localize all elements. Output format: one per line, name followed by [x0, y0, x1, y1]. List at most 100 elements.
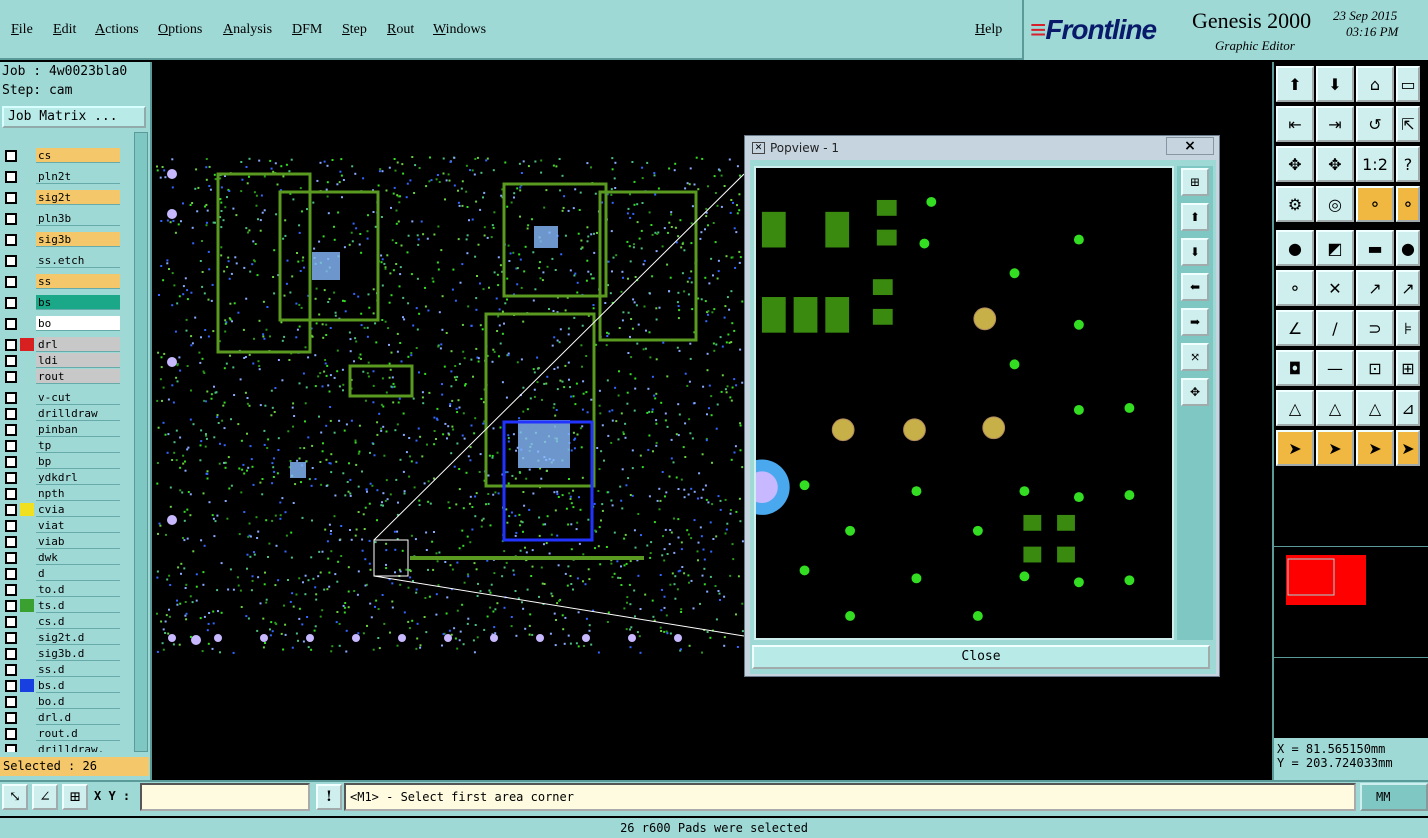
layer-name[interactable]: drilldraw	[36, 406, 120, 421]
layer-checkbox[interactable]	[5, 150, 17, 162]
layer-row-npth[interactable]: npth	[2, 486, 122, 501]
layer-name[interactable]: drl	[36, 337, 120, 352]
layer-checkbox[interactable]	[5, 213, 17, 225]
layer-row-sig2t-d[interactable]: sig2t.d	[2, 630, 122, 645]
menu-dfm[interactable]: DFM	[292, 22, 322, 38]
zoom-out-icon[interactable]: ⬇	[1316, 66, 1354, 102]
layer-checkbox[interactable]	[5, 472, 17, 484]
node-icon[interactable]: ⚬	[1276, 270, 1314, 306]
menu-windows[interactable]: Windows	[433, 22, 486, 38]
layer-checkbox[interactable]	[5, 255, 17, 267]
settings-icon[interactable]: ⚙	[1276, 186, 1314, 222]
layer-checkbox[interactable]	[5, 171, 17, 183]
layer-checkbox[interactable]	[5, 536, 17, 548]
layer-row-bs-d[interactable]: bs.d	[2, 678, 122, 693]
layer-row-ts-d[interactable]: ts.d	[2, 598, 122, 613]
pan-left-icon[interactable]: ⇤	[1276, 106, 1314, 142]
layer-checkbox[interactable]	[5, 408, 17, 420]
snap-icon[interactable]: ⚬	[1356, 186, 1394, 222]
pv-fit-icon[interactable]: ⤧	[1181, 343, 1209, 371]
layer-checkbox[interactable]	[5, 728, 17, 740]
layer-name[interactable]: viab	[36, 534, 120, 549]
layer-row-sig2t[interactable]: sig2t	[2, 190, 122, 205]
layer-name[interactable]: ss.etch	[36, 253, 120, 268]
zoom-home-icon[interactable]: ⬆	[1276, 66, 1314, 102]
feature-icon[interactable]: ⊧	[1396, 310, 1420, 346]
layer-checkbox[interactable]	[5, 297, 17, 309]
layer-row-bs[interactable]: bs	[2, 295, 122, 310]
layer-name[interactable]: dwk	[36, 550, 120, 565]
layer-row-drl-d[interactable]: drl.d	[2, 710, 122, 725]
layer-name[interactable]: sig3b	[36, 232, 120, 247]
pointer-icon[interactable]: ➤	[1276, 430, 1314, 466]
layer-row-tp[interactable]: tp	[2, 438, 122, 453]
popview-close-x[interactable]: ×	[1166, 137, 1214, 155]
pv-center-icon[interactable]: ✥	[1181, 378, 1209, 406]
layer-name[interactable]: sig2t.d	[36, 630, 120, 645]
round-pad-icon[interactable]: ●	[1396, 230, 1420, 266]
pcb-canvas[interactable]	[152, 62, 744, 780]
layer-checkbox[interactable]	[5, 584, 17, 596]
layer-row-pln3b[interactable]: pln3b	[2, 211, 122, 226]
pointer-move-icon[interactable]: ➤	[1356, 430, 1394, 466]
job-matrix-button[interactable]: Job Matrix ...	[2, 106, 146, 128]
layer-row-ss-etch[interactable]: ss.etch	[2, 253, 122, 268]
layer-checkbox[interactable]	[5, 616, 17, 628]
layer-row-viat[interactable]: viat	[2, 518, 122, 533]
layer-row-dwk[interactable]: dwk	[2, 550, 122, 565]
triangle-up-icon[interactable]: △	[1316, 390, 1354, 426]
layer-checkbox[interactable]	[5, 600, 17, 612]
layer-name[interactable]: cs.d	[36, 614, 120, 629]
layer-checkbox[interactable]	[5, 424, 17, 436]
popview-canvas[interactable]	[754, 166, 1174, 640]
menu-edit[interactable]: Edit	[53, 22, 76, 38]
layer-name[interactable]: v-cut	[36, 390, 120, 405]
pv-zoom-in-icon[interactable]: ⊞	[1181, 168, 1209, 196]
layer-scrollbar[interactable]	[134, 132, 148, 752]
layer-checkbox[interactable]	[5, 664, 17, 676]
layer-row-cs[interactable]: cs	[2, 148, 122, 163]
menu-rout[interactable]: Rout	[387, 22, 414, 38]
pointer-select-icon[interactable]: ➤	[1316, 430, 1354, 466]
layer-name[interactable]: cvia	[36, 502, 120, 517]
grid-icon[interactable]: ⊞	[62, 784, 88, 810]
layer-checkbox[interactable]	[5, 552, 17, 564]
pv-pan-left-icon[interactable]: ⬅	[1181, 273, 1209, 301]
layer-name[interactable]: rout	[36, 369, 120, 384]
xy-input[interactable]	[140, 783, 310, 811]
layer-row-pln2t[interactable]: pln2t	[2, 169, 122, 184]
layer-checkbox[interactable]	[5, 371, 17, 383]
layer-name[interactable]: ss.d	[36, 662, 120, 677]
help-icon[interactable]: ?	[1396, 146, 1420, 182]
arc-icon[interactable]: ⊃	[1356, 310, 1394, 346]
layer-name[interactable]: ss	[36, 274, 120, 289]
layer-checkbox[interactable]	[5, 568, 17, 580]
layer-checkbox[interactable]	[5, 648, 17, 660]
undo-icon[interactable]: ↺	[1356, 106, 1394, 142]
target-icon[interactable]: ◎	[1316, 186, 1354, 222]
layer-checkbox[interactable]	[5, 632, 17, 644]
layer-row-drl[interactable]: drl	[2, 337, 122, 352]
layer-checkbox[interactable]	[5, 318, 17, 330]
layer-row-sig3b[interactable]: sig3b	[2, 232, 122, 247]
pan-right-icon[interactable]: ⇥	[1316, 106, 1354, 142]
layer-row-v-cut[interactable]: v-cut	[2, 390, 122, 405]
select-area-icon[interactable]: ⤡	[2, 784, 28, 810]
menu-help[interactable]: Help	[975, 22, 1002, 38]
center-icon[interactable]: ✥	[1316, 146, 1354, 182]
layer-checkbox[interactable]	[5, 712, 17, 724]
redo-icon[interactable]: ⇱	[1396, 106, 1420, 142]
layer-name[interactable]: sig2t	[36, 190, 120, 205]
layer-name[interactable]: ts.d	[36, 598, 120, 613]
layer-row-bo[interactable]: bo	[2, 316, 122, 331]
layer-name[interactable]: to.d	[36, 582, 120, 597]
layer-row-ss-d[interactable]: ss.d	[2, 662, 122, 677]
pv-pan-up-icon[interactable]: ⬆	[1181, 203, 1209, 231]
layer-name[interactable]: bo	[36, 316, 120, 331]
pv-pan-right-icon[interactable]: ➡	[1181, 308, 1209, 336]
house-icon[interactable]: ⌂	[1356, 66, 1394, 102]
layer-checkbox[interactable]	[5, 456, 17, 468]
menu-file[interactable]: File	[11, 22, 33, 38]
measure-icon[interactable]: ∠	[32, 784, 58, 810]
layer-checkbox[interactable]	[5, 392, 17, 404]
